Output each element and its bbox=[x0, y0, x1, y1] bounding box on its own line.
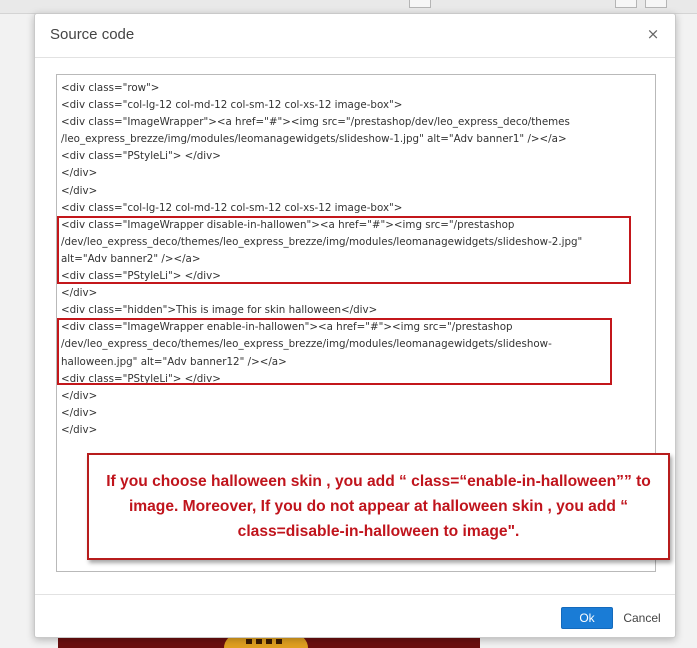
dialog-header: Source code × bbox=[35, 14, 675, 58]
code-line: /dev/leo_express_deco/themes/leo_express… bbox=[61, 338, 552, 351]
dialog-title: Source code bbox=[50, 26, 135, 43]
ok-button[interactable]: Ok bbox=[561, 607, 613, 629]
code-line: <div class="col-lg-12 col-md-12 col-sm-1… bbox=[61, 201, 403, 214]
code-line: </div> bbox=[61, 389, 98, 402]
source-code-dialog: Source code × <div class="row"> <div cla… bbox=[34, 13, 676, 638]
background-toolbar-button bbox=[645, 0, 667, 8]
code-line: alt="Adv banner2" /></a> bbox=[61, 252, 201, 265]
close-icon[interactable]: × bbox=[645, 25, 661, 43]
code-line: halloween.jpg" alt="Adv banner12" /></a> bbox=[61, 355, 287, 368]
dialog-footer: Ok Cancel bbox=[35, 594, 675, 638]
code-line: </div> bbox=[61, 287, 98, 300]
background-toolbar bbox=[0, 0, 697, 14]
background-toolbar-button bbox=[409, 0, 431, 8]
code-line: /leo_express_brezze/img/modules/leomanag… bbox=[61, 133, 567, 146]
code-line: </div> bbox=[61, 406, 98, 419]
code-line: <div class="row"> bbox=[61, 82, 160, 94]
source-code-textarea[interactable]: <div class="row"> <div class="col-lg-12 … bbox=[56, 74, 670, 572]
code-line: </div> bbox=[61, 167, 98, 180]
pumpkin-face bbox=[246, 639, 286, 644]
code-line: <div class="PStyleLi"> </div> bbox=[61, 270, 221, 283]
background-toolbar-button bbox=[615, 0, 637, 8]
code-line: <div class="ImageWrapper"><a href="#"><i… bbox=[61, 116, 570, 129]
code-line: <div class="PStyleLi"> </div> bbox=[61, 372, 221, 385]
code-line: <div class="col-lg-12 col-md-12 col-sm-1… bbox=[61, 99, 403, 112]
cancel-button[interactable]: Cancel bbox=[620, 607, 664, 629]
callout-text: If you choose halloween skin , you add “… bbox=[106, 473, 651, 540]
code-line: <div class="hidden">This is image for sk… bbox=[61, 304, 378, 317]
code-line: </div> bbox=[61, 423, 98, 436]
code-line: </div> bbox=[61, 184, 98, 197]
code-lines: <div class="row"> <div class="col-lg-12 … bbox=[61, 80, 646, 439]
code-line: /dev/leo_express_deco/themes/leo_express… bbox=[61, 235, 583, 248]
code-line: <div class="ImageWrapper disable-in-hall… bbox=[61, 218, 515, 231]
code-line: <div class="PStyleLi"> </div> bbox=[61, 150, 221, 163]
code-line: <div class="ImageWrapper enable-in-hallo… bbox=[61, 321, 513, 334]
annotation-callout: If you choose halloween skin , you add “… bbox=[87, 453, 670, 560]
